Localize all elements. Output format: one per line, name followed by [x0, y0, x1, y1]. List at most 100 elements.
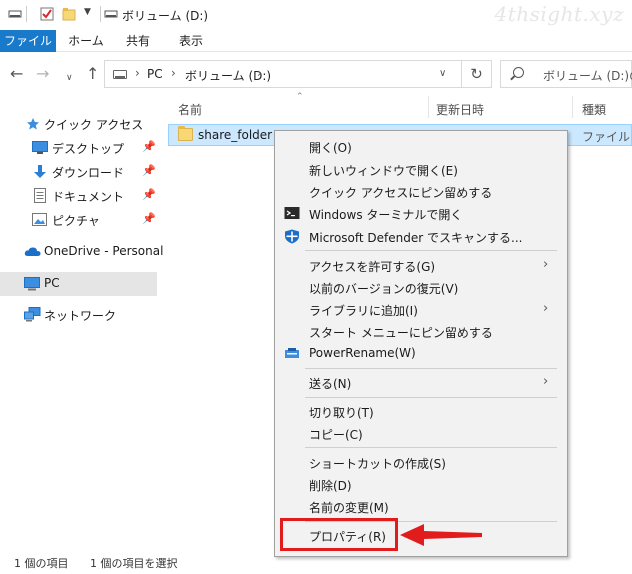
breadcrumb-separator-icon[interactable]: ›: [257, 66, 262, 80]
menu-item-open-terminal[interactable]: Windows ターミナルで開く: [275, 203, 567, 225]
file-name[interactable]: share_folder: [198, 128, 272, 142]
tab-home[interactable]: ホーム: [58, 30, 114, 52]
column-divider[interactable]: [572, 96, 573, 118]
search-icon: [513, 67, 524, 78]
pin-icon[interactable]: 📌: [142, 188, 156, 201]
sidebar-item-documents[interactable]: ドキュメント 📌: [0, 184, 157, 208]
recent-locations-chevron-icon[interactable]: ∨: [66, 69, 73, 87]
tab-share[interactable]: 共有: [114, 30, 162, 52]
sidebar-item-label: PC: [44, 276, 60, 290]
menu-item-pin-quick-access[interactable]: クイック アクセスにピン留めする: [275, 181, 567, 203]
menu-item-label: 開く(O): [309, 141, 352, 155]
network-icon: [24, 307, 41, 322]
menu-item-label: 以前のバージョンの復元(V): [309, 282, 459, 296]
tab-view[interactable]: 表示: [166, 30, 216, 52]
menu-item-label: 送る(N): [309, 377, 352, 391]
menu-separator: [305, 397, 557, 398]
sidebar-item-label: OneDrive - Personal: [44, 244, 164, 258]
menu-item-label: コピー(C): [309, 428, 363, 442]
column-divider[interactable]: [428, 96, 429, 118]
tab-file[interactable]: ファイル: [0, 30, 56, 52]
menu-item-label: 新しいウィンドウで開く(E): [309, 164, 458, 178]
pin-icon[interactable]: 📌: [142, 140, 156, 153]
breadcrumb-pc[interactable]: PC: [147, 67, 163, 81]
sidebar-item-label: ダウンロード: [52, 166, 125, 180]
breadcrumb-separator-icon[interactable]: ›: [171, 66, 176, 80]
menu-item-restore-versions[interactable]: 以前のバージョンの復元(V): [275, 277, 567, 299]
column-header-name[interactable]: 名前: [178, 101, 202, 118]
menu-item-label: スタート メニューにピン留めする: [309, 326, 493, 340]
context-menu: 開く(O) 新しいウィンドウで開く(E) クイック アクセスにピン留めする Wi…: [274, 130, 568, 557]
drive-icon[interactable]: [8, 7, 22, 21]
menu-item-send-to[interactable]: 送る(N) ›: [275, 372, 567, 394]
sidebar-item-network[interactable]: ネットワーク: [0, 303, 157, 327]
file-type: ファイル フォ: [582, 130, 632, 144]
menu-item-copy[interactable]: コピー(C): [275, 423, 567, 445]
powerrename-icon: [285, 348, 299, 358]
sidebar-item-pictures[interactable]: ピクチャ 📌: [0, 208, 157, 232]
sidebar-item-label: クイック アクセス: [44, 118, 144, 132]
watermark: 4thsight.xyz: [494, 2, 624, 26]
refresh-icon: ↻: [470, 65, 483, 83]
search-box[interactable]: ボリューム (D:)の検: [500, 60, 632, 88]
breadcrumb-separator-icon[interactable]: ›: [135, 66, 140, 80]
menu-separator: [305, 447, 557, 448]
highlight-arrow-icon: [400, 524, 482, 546]
menu-item-label: 名前の変更(M): [309, 501, 389, 515]
menu-item-cut[interactable]: 切り取り(T): [275, 401, 567, 423]
column-header-modified[interactable]: 更新日時: [436, 101, 484, 118]
drive-icon: [104, 10, 118, 18]
menu-item-label: ショートカットの作成(S): [309, 457, 446, 471]
menu-item-label: Microsoft Defender でスキャンする...: [309, 231, 523, 245]
sidebar-item-quick-access[interactable]: クイック アクセス: [0, 112, 157, 136]
forward-arrow-icon[interactable]: →: [36, 65, 49, 83]
status-item-count: 1 個の項目: [14, 557, 69, 570]
ribbon-tabs: ファイル ホーム 共有 表示: [0, 30, 632, 52]
menu-item-label: ライブラリに追加(I): [309, 304, 418, 318]
submenu-chevron-icon: ›: [543, 301, 549, 316]
sidebar-item-downloads[interactable]: ダウンロード 📌: [0, 160, 157, 184]
star-icon: [27, 118, 39, 130]
sidebar-item-pc[interactable]: PC: [0, 272, 157, 296]
highlight-box: [280, 518, 398, 551]
address-history-chevron-icon[interactable]: ∨: [439, 68, 446, 79]
window-title: ボリューム (D:): [122, 9, 209, 23]
menu-item-powerrename[interactable]: PowerRename(W): [275, 343, 567, 365]
column-header-type[interactable]: 種類: [582, 101, 606, 118]
divider: [26, 6, 27, 22]
menu-item-add-to-library[interactable]: ライブラリに追加(I) ›: [275, 299, 567, 321]
back-arrow-icon[interactable]: ←: [10, 65, 23, 83]
properties-check-icon[interactable]: [40, 7, 54, 21]
new-folder-icon[interactable]: [62, 7, 76, 21]
folder-icon: [178, 126, 193, 141]
up-arrow-icon[interactable]: ↑: [86, 65, 99, 83]
pin-icon[interactable]: 📌: [142, 212, 156, 225]
menu-item-label: Windows ターミナルで開く: [309, 208, 463, 222]
menu-item-open-new-window[interactable]: 新しいウィンドウで開く(E): [275, 159, 567, 181]
address-bar[interactable]: › PC › ボリューム (D:) › ∨: [104, 60, 462, 88]
status-selected-count: 1 個の項目を選択: [90, 557, 178, 570]
picture-icon: [32, 213, 47, 226]
navigation-bar: ← → ∨ ↑ › PC › ボリューム (D:) › ∨ ↻ ボリューム (D…: [0, 52, 632, 96]
sidebar-item-label: ピクチャ: [52, 214, 100, 228]
desktop-icon: [32, 141, 48, 154]
cloud-icon: [24, 247, 41, 256]
menu-item-pin-start[interactable]: スタート メニューにピン留めする: [275, 321, 567, 343]
menu-item-create-shortcut[interactable]: ショートカットの作成(S): [275, 452, 567, 474]
menu-item-label: クイック アクセスにピン留めする: [309, 186, 493, 200]
sidebar-item-label: ドキュメント: [52, 190, 125, 204]
menu-item-give-access[interactable]: アクセスを許可する(G) ›: [275, 255, 567, 277]
refresh-button[interactable]: ↻: [462, 60, 492, 88]
download-icon: [34, 165, 46, 178]
sidebar-item-desktop[interactable]: デスクトップ 📌: [0, 136, 157, 160]
menu-item-rename[interactable]: 名前の変更(M): [275, 496, 567, 518]
pin-icon[interactable]: 📌: [142, 164, 156, 177]
menu-item-defender-scan[interactable]: Microsoft Defender でスキャンする...: [275, 226, 567, 248]
sort-ascending-icon: ⌃: [296, 92, 304, 102]
sidebar-item-onedrive[interactable]: OneDrive - Personal: [0, 240, 163, 264]
drive-icon: [113, 70, 127, 79]
menu-item-open[interactable]: 開く(O): [275, 136, 567, 158]
sidebar-item-label: ネットワーク: [44, 309, 117, 323]
customize-toolbar-chevron-icon[interactable]: ▼: [84, 7, 91, 17]
menu-item-delete[interactable]: 削除(D): [275, 474, 567, 496]
